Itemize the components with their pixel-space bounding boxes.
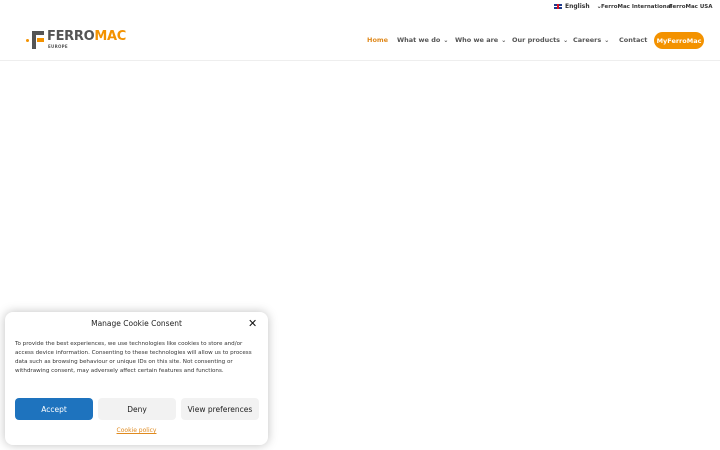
view-preferences-button[interactable]: View preferences bbox=[181, 398, 259, 420]
chevron-down-icon: ⌄ bbox=[443, 37, 449, 44]
site-header: FERROMAC EUROPE Home What we do ⌄ Who we … bbox=[0, 16, 720, 61]
chevron-down-icon: ⌄ bbox=[563, 37, 569, 44]
deny-button[interactable]: Deny bbox=[98, 398, 176, 420]
nav-item-our-products[interactable]: Our products ⌄ bbox=[512, 32, 568, 49]
uk-flag-icon bbox=[554, 4, 562, 9]
logo-mark-icon bbox=[32, 31, 44, 49]
nav-item-who-we-are[interactable]: Who we are ⌄ bbox=[455, 32, 506, 49]
nav-item-home[interactable]: Home bbox=[367, 32, 388, 48]
language-selector[interactable]: English ⌄ bbox=[554, 3, 602, 10]
logo-dot bbox=[26, 39, 29, 42]
ferromac-usa-link[interactable]: FerroMac USA bbox=[669, 4, 713, 10]
cookie-policy-link[interactable]: Cookie policy bbox=[5, 427, 268, 434]
accept-button[interactable]: Accept bbox=[15, 398, 93, 420]
nav-item-what-we-do[interactable]: What we do ⌄ bbox=[397, 32, 448, 49]
logo-subtitle: EUROPE bbox=[48, 44, 68, 49]
myferromac-button[interactable]: MyFerroMac bbox=[654, 32, 704, 49]
nav-item-contact[interactable]: Contact bbox=[619, 32, 647, 48]
language-label: English bbox=[565, 3, 590, 10]
ferromac-international-link[interactable]: FerroMac International bbox=[601, 4, 672, 10]
chevron-down-icon: ⌄ bbox=[604, 37, 610, 44]
top-bar: English ⌄ FerroMac International FerroMa… bbox=[0, 0, 720, 16]
cookie-consent-dialog: Manage Cookie Consent ✕ To provide the b… bbox=[5, 312, 268, 445]
close-icon[interactable]: ✕ bbox=[248, 318, 257, 329]
ferromac-logo[interactable]: FERROMAC EUROPE bbox=[24, 29, 126, 51]
logo-wordmark: FERROMAC bbox=[47, 29, 126, 44]
nav-item-careers[interactable]: Careers ⌄ bbox=[573, 32, 609, 49]
chevron-down-icon: ⌄ bbox=[501, 37, 507, 44]
cookie-dialog-title: Manage Cookie Consent bbox=[91, 319, 182, 328]
cookie-dialog-text: To provide the best experiences, we use … bbox=[15, 341, 252, 374]
